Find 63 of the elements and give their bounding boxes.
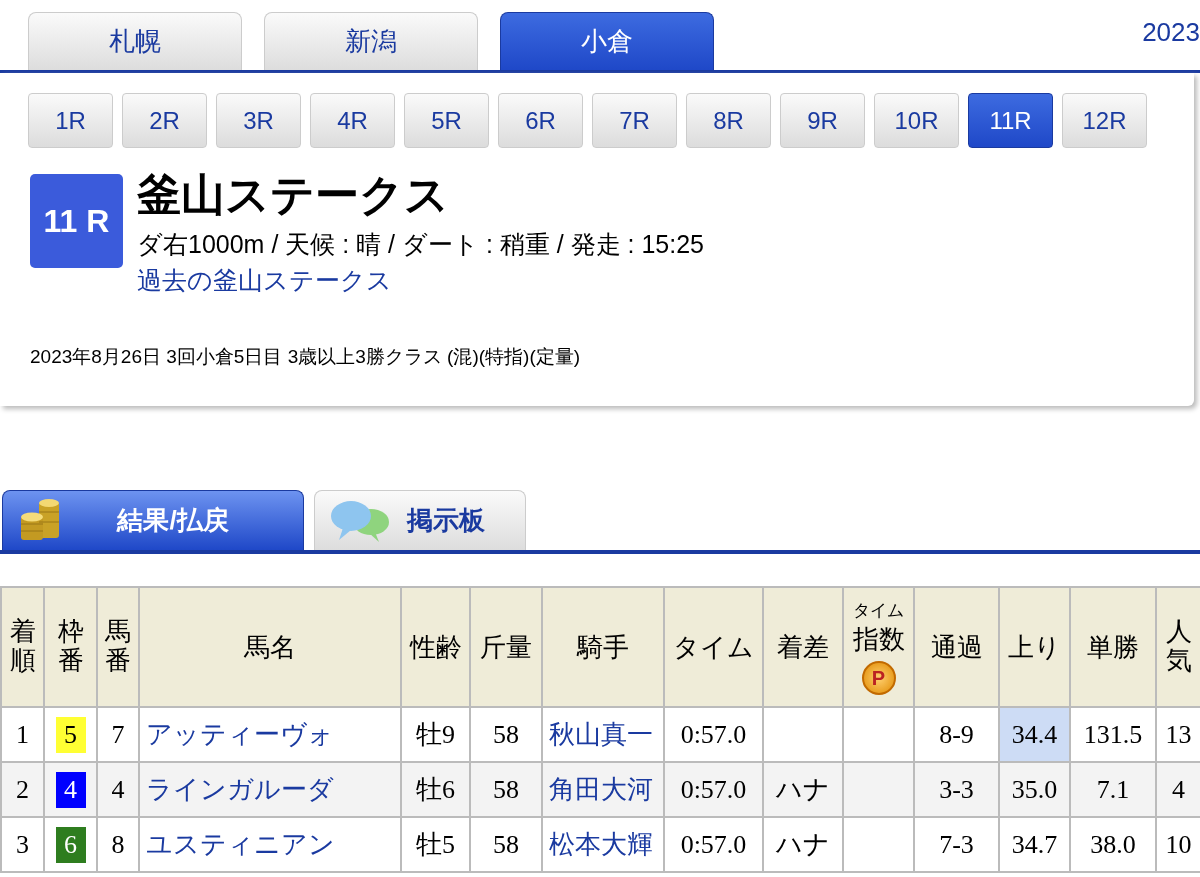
column-header: 枠番 — [44, 587, 97, 707]
table-cell: 8 — [97, 817, 139, 872]
race-tab[interactable]: 4R — [310, 93, 395, 148]
column-header-label: タイム — [852, 600, 905, 622]
race-tab[interactable]: 8R — [686, 93, 771, 148]
race-tab[interactable]: 3R — [216, 93, 301, 148]
race-tab[interactable]: 1R — [28, 93, 113, 148]
race-tab[interactable]: 10R — [874, 93, 959, 148]
table-cell: 34.7 — [999, 817, 1070, 872]
table-cell: 牡6 — [401, 762, 470, 817]
race-tab[interactable]: 11R — [968, 93, 1053, 148]
table-cell: 38.0 — [1070, 817, 1156, 872]
race-title: 釜山ステークス — [137, 170, 450, 220]
table-cell: 7.1 — [1070, 762, 1156, 817]
race-tab[interactable]: 2R — [122, 93, 207, 148]
column-header: 上り — [999, 587, 1070, 707]
race-tab[interactable]: 5R — [404, 93, 489, 148]
column-header: 着差 — [763, 587, 843, 707]
column-header: タイム — [664, 587, 763, 707]
race-number-badge: 11 R — [30, 174, 123, 268]
column-header: 通過 — [914, 587, 999, 707]
table-cell: 4 — [97, 762, 139, 817]
table-cell: 3 — [1, 817, 44, 872]
column-header: 斤量 — [470, 587, 542, 707]
venue-tab[interactable]: 小倉 — [500, 12, 714, 70]
table-cell: 3-3 — [914, 762, 999, 817]
table-cell: 58 — [470, 817, 542, 872]
column-header: 騎手 — [542, 587, 664, 707]
column-header-label: 指数 — [851, 624, 906, 656]
column-header: 人気 — [1156, 587, 1200, 707]
table-cell: 34.4 — [999, 707, 1070, 762]
table-cell: ハナ — [763, 762, 843, 817]
table-cell: 35.0 — [999, 762, 1070, 817]
venue-tab[interactable]: 新潟 — [264, 12, 478, 70]
frame-number: 4 — [55, 771, 86, 808]
table-cell: 0:57.0 — [664, 762, 763, 817]
race-tab[interactable]: 6R — [498, 93, 583, 148]
table-cell: ハナ — [763, 817, 843, 872]
date-text: 2023 — [1142, 17, 1200, 48]
column-header: 着順 — [1, 587, 44, 707]
speech-bubbles-icon — [329, 499, 391, 542]
column-header: 馬番 — [97, 587, 139, 707]
race-tab[interactable]: 12R — [1062, 93, 1147, 148]
table-cell: 7-3 — [914, 817, 999, 872]
venue-tab[interactable]: 札幌 — [28, 12, 242, 70]
race-info: ダ右1000m / 天候 : 晴 / ダート : 稍重 / 発走 : 15:25 — [137, 229, 705, 260]
column-header: 単勝 — [1070, 587, 1156, 707]
column-header: 性齢 — [401, 587, 470, 707]
table-cell: 0:57.0 — [664, 817, 763, 872]
content-tab[interactable]: 結果/払戻 — [2, 490, 304, 550]
race-details: 2023年8月26日 3回小倉5日目 3歳以上3勝クラス (混)(特指)(定量) — [29, 345, 582, 369]
content-tab[interactable]: 掲示板 — [314, 490, 526, 550]
table-cell: 2 — [1, 762, 44, 817]
column-header: 馬名 — [139, 587, 401, 707]
frame-number: 5 — [55, 716, 86, 753]
frame-number: 6 — [55, 826, 86, 863]
table-cell: 58 — [470, 762, 542, 817]
table-cell: 牡5 — [401, 817, 470, 872]
points-badge: P — [861, 661, 896, 695]
race-tab[interactable]: 9R — [780, 93, 865, 148]
past-races-link[interactable]: 過去の釜山ステークス — [137, 262, 392, 298]
table-cell: 4 — [1156, 762, 1200, 817]
race-tab[interactable]: 7R — [592, 93, 677, 148]
